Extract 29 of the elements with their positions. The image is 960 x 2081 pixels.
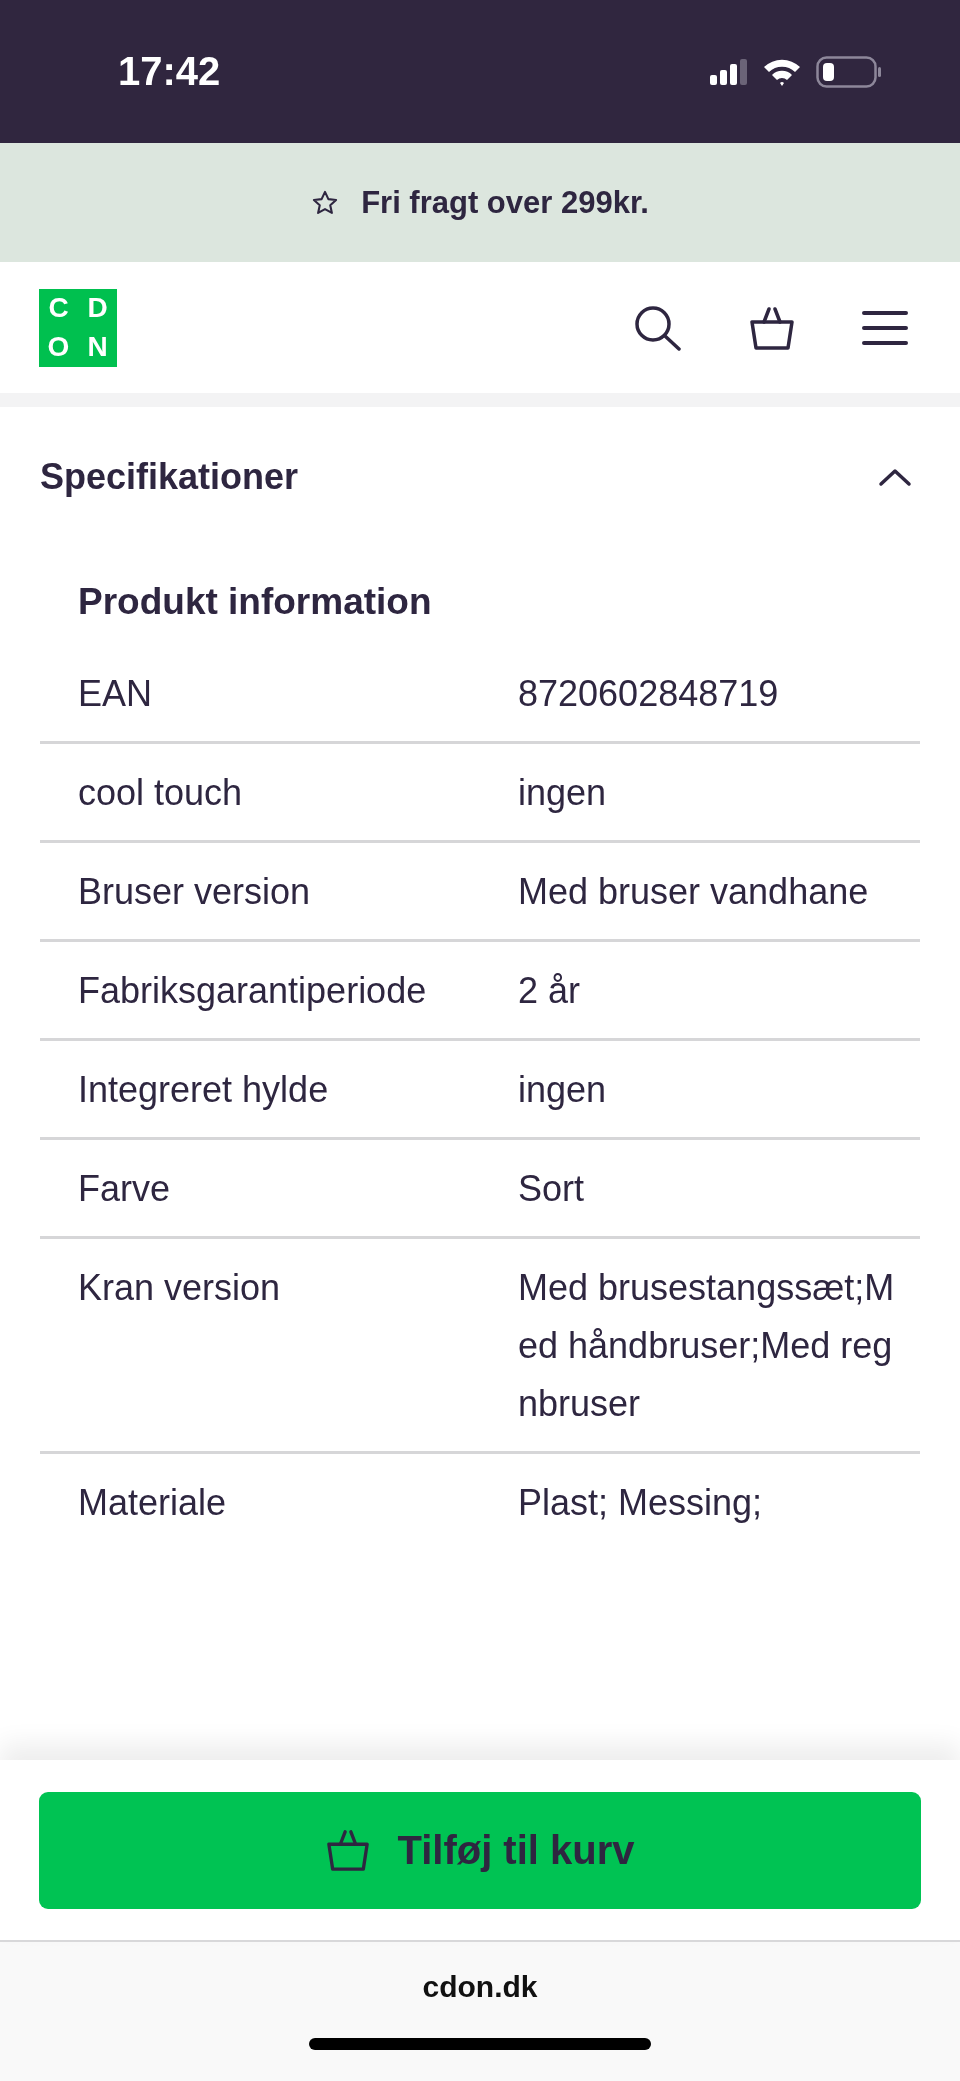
add-to-cart-button[interactable]: Tilføj til kurv <box>39 1791 921 1909</box>
table-cell-text: Plast; Messing; <box>518 1481 764 1525</box>
table-cell-text: Med bruser vandhane <box>518 870 870 914</box>
star-icon <box>311 188 340 217</box>
table-cell-text: Farve <box>78 1167 172 1211</box>
menu-icon[interactable] <box>862 308 908 347</box>
table-heading: Produkt information <box>77 581 433 624</box>
url-text[interactable]: cdon.dk <box>422 1970 538 2004</box>
signal-icon <box>710 58 748 85</box>
accordion-header[interactable]: Specifikationer <box>40 407 920 547</box>
basket-icon <box>325 1828 372 1872</box>
table-cell-text: ingen <box>518 1068 608 1112</box>
table-cell-text: EAN <box>78 672 154 716</box>
search-icon[interactable] <box>634 304 682 351</box>
table-cell-text: Materiale <box>78 1481 228 1525</box>
promo-text: Fri fragt over 299kr. <box>361 184 649 221</box>
table-cell-text: Integreret hylde <box>78 1068 330 1112</box>
table-cell-text: Kran version <box>78 1266 282 1310</box>
table-cell-text: Fabriksgarantiperiode <box>78 969 428 1013</box>
table-cell-text: Bruser version <box>78 870 312 914</box>
table-cell-text: ingen <box>518 771 608 815</box>
basket-icon[interactable] <box>748 304 796 351</box>
table-cell-text: cool touch <box>78 771 244 815</box>
table-cell-text: Sort <box>518 1167 586 1211</box>
status-time: 17:42 <box>118 49 221 94</box>
table-cell-text: 8720602848719 <box>518 672 780 716</box>
battery-icon <box>816 55 882 88</box>
table-cell-text: 2 år <box>518 969 582 1013</box>
table-cell-text: Med brusestangssæt;Med håndbruser;Med regnbruser <box>518 1266 896 1426</box>
